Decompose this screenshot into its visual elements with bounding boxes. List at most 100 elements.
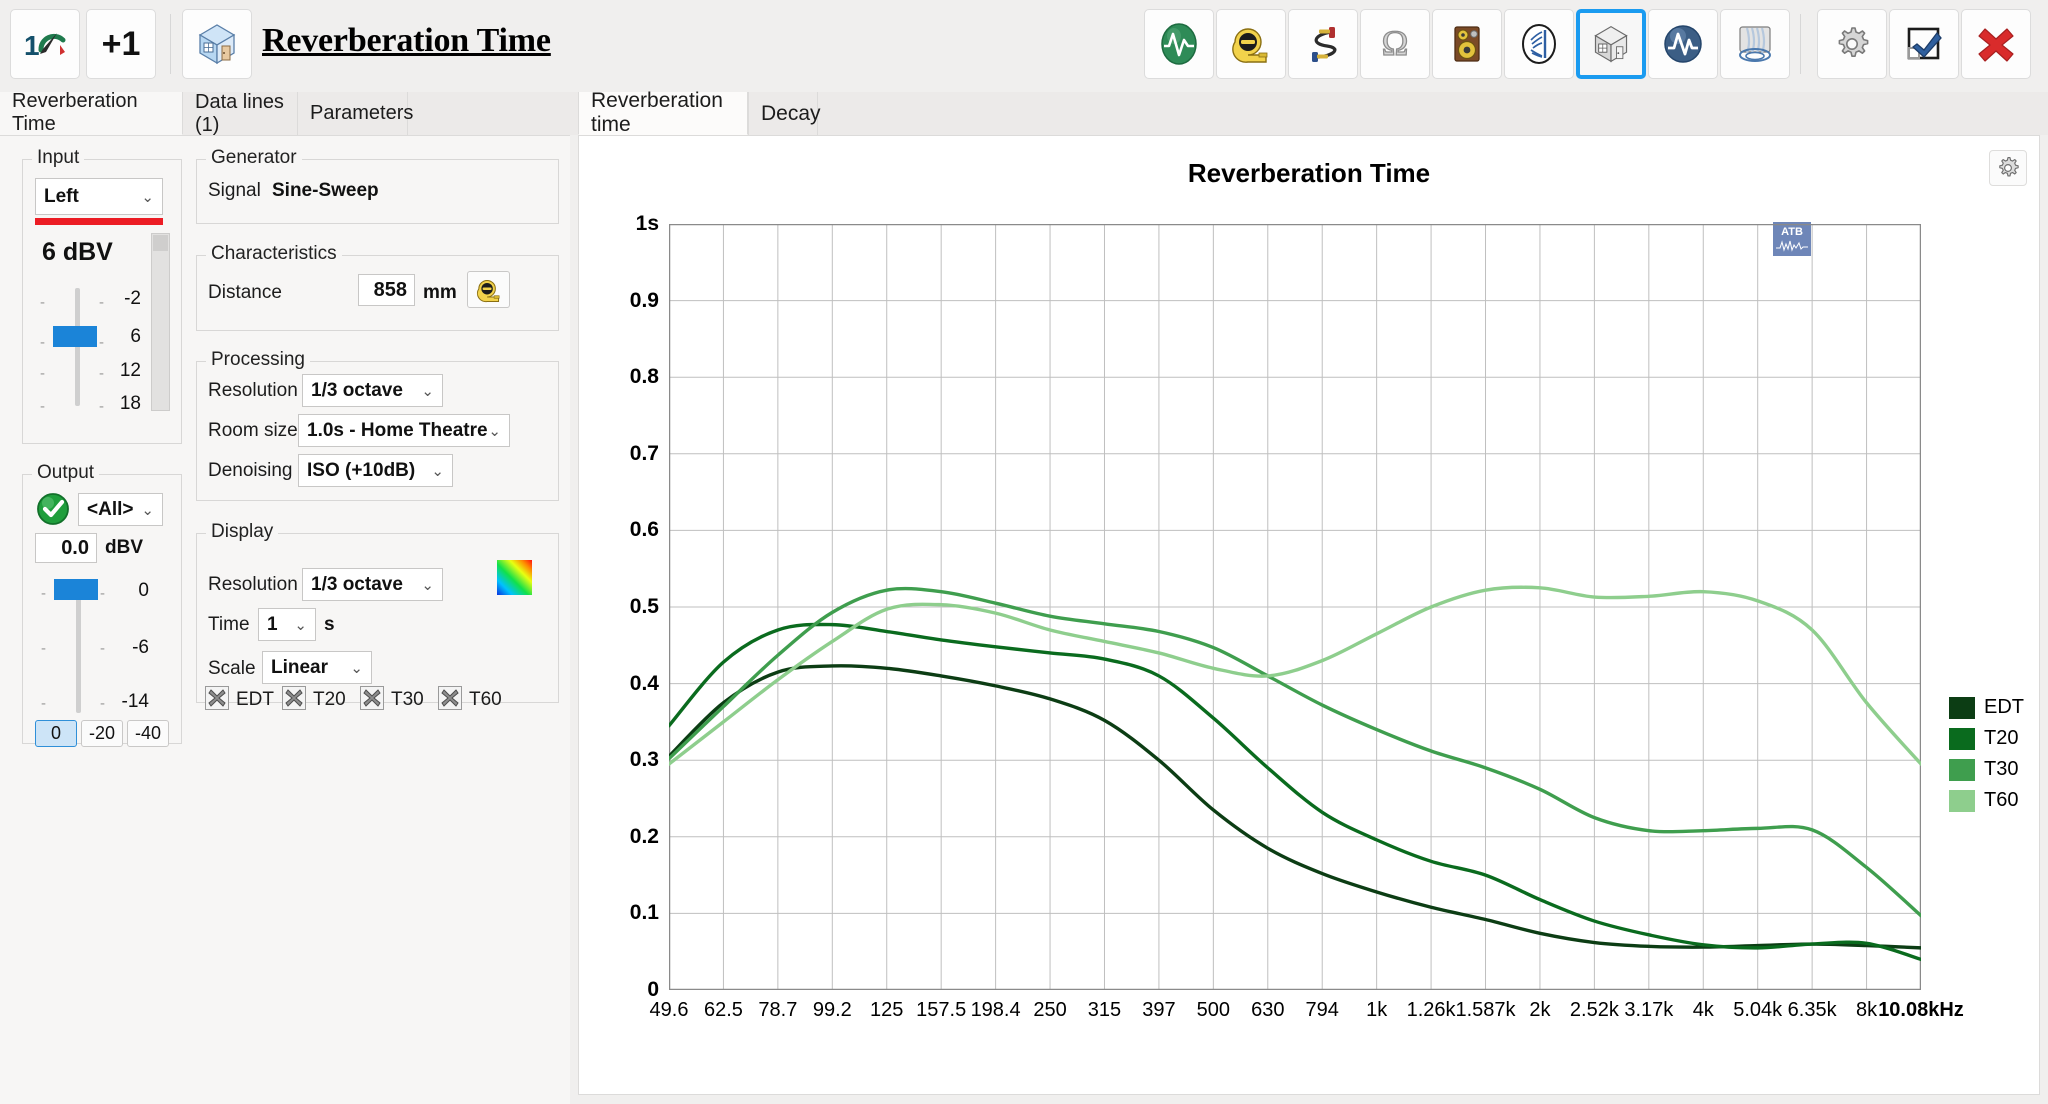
output-gain-value: 0.0 [61,536,89,559]
input-channel-value: Left [44,185,79,207]
room-acoustics-button[interactable] [1576,9,1646,79]
output-device-value: <All> [87,498,134,520]
distance-button[interactable] [1216,9,1286,79]
page-title[interactable]: Reverberation Time [262,22,551,60]
input-scale-tick: -2 [124,288,141,309]
output-device-select[interactable]: <All> ⌄ [78,493,163,526]
settings-button[interactable] [1817,9,1887,79]
close-button[interactable] [1961,9,2031,79]
speaker-button[interactable] [1432,9,1502,79]
curve-checkbox-t20[interactable] [282,686,306,710]
output-slider-thumb[interactable] [54,579,98,600]
toolbar-divider-1 [170,14,171,74]
tab-data-lines[interactable]: Data lines (1) [183,91,298,136]
microphone-button[interactable] [1504,9,1574,79]
rainbow-gradient-icon[interactable] [497,560,532,595]
cable-icon [1312,27,1337,62]
gear-icon [1838,27,1869,57]
curve-label-t60: T60 [469,689,502,710]
display-scale-select[interactable]: Linear ⌄ [262,651,372,684]
toolbar-divider-2 [1800,14,1801,74]
x-mark-icon [441,689,459,707]
output-gain-input[interactable]: 0.0 [35,533,97,563]
processing-denoising-select[interactable]: ISO (+10dB) ⌄ [298,454,453,487]
input-slider-track[interactable] [75,288,80,406]
gauge-one-button[interactable]: 1 [10,9,80,79]
tab-reverberation-time[interactable]: Reverberation Time [0,90,183,135]
tab-label: Reverberation time [591,89,723,136]
x-mark-icon [285,689,303,707]
output-slider-track[interactable] [76,583,81,713]
curve-checkbox-t30[interactable] [360,686,384,710]
tab-reverberation-time-chart[interactable]: Reverberation time [578,89,748,136]
processing-roomsize-value: 1.0s - Home Theatre [307,419,488,441]
tab-decay[interactable]: Decay [748,92,821,135]
legend-swatch [1949,758,1975,781]
legend-item[interactable]: T20 [1949,723,2024,754]
output-preset-20[interactable]: -20 [81,720,123,747]
legend-item[interactable]: T60 [1949,785,2024,816]
display-resolution-select[interactable]: 1/3 octave ⌄ [302,568,443,601]
room-button[interactable] [182,9,252,79]
tick-dash: - [100,585,105,602]
chevron-down-icon: ⌄ [141,501,154,519]
distance-input[interactable]: 858 [358,274,415,306]
display-scale-label: Scale [208,658,256,679]
legend-item[interactable]: T30 [1949,754,2024,785]
input-scrollbar[interactable] [151,233,170,411]
x-mark-icon [208,689,226,707]
processing-resolution-select[interactable]: 1/3 octave ⌄ [302,374,443,407]
characteristics-group: Characteristics Distance 858 mm [196,243,559,331]
y-axis-tick-label: 0.9 [629,288,659,312]
tick-dash: - [40,334,45,351]
output-preset-40[interactable]: -40 [127,720,169,747]
input-group-title: Input [32,147,85,169]
processing-group: Processing Resolution 1/3 octave ⌄ Room … [196,349,559,501]
legend-label: T20 [1984,727,2019,749]
processing-roomsize-select[interactable]: 1.0s - Home Theatre ⌄ [298,414,510,447]
x-axis-tick-label: 157.5 [916,999,967,1021]
signal-button[interactable] [1144,9,1214,79]
report-button[interactable] [1889,9,1959,79]
plus-one-icon: +1 [101,24,141,63]
curve-checkbox-edt[interactable] [205,686,229,710]
curve-checkbox-t60[interactable] [438,686,462,710]
generator-group-title: Generator [206,147,302,169]
measure-distance-button[interactable] [467,271,510,308]
left-panel: Reverberation Time Data lines (1) Parame… [0,90,570,1104]
x-axis-tick-label: 99.2 [812,999,852,1021]
tab-parameters[interactable]: Parameters [298,92,413,135]
legend-item[interactable]: EDT [1949,692,2024,723]
chart-title: Reverberation Time [1187,158,1431,188]
output-gain-unit: dBV [105,537,143,558]
chevron-down-icon: ⌄ [431,462,444,480]
impulse-button[interactable] [1648,9,1718,79]
chart-pane: Reverberation Time ATB 0 0.1 0.2 0.3 0.4 0.5 0… [578,135,2040,1095]
y-axis-tick-label: 0.1 [629,901,659,925]
display-time-select[interactable]: 1 ⌄ [258,608,316,641]
plus-one-button[interactable]: +1 [86,9,156,79]
right-panel: Reverberation time Decay Reverberation T… [570,89,2048,1104]
x-axis-tick-label: 125 [870,999,904,1021]
x-axis-tick-label: 6.35k [1787,999,1837,1021]
output-ok-icon[interactable] [35,491,71,527]
impedance-button[interactable]: Ω [1360,9,1430,79]
input-channel-select[interactable]: Left ⌄ [35,178,163,215]
processing-denoising-label: Denoising [208,460,293,481]
x-axis-tick-label: 1.26k [1406,999,1456,1021]
green-waveform-icon [1161,23,1197,65]
output-preset-0[interactable]: 0 [35,720,77,747]
y-axis-tick-label: 0.8 [629,365,659,389]
chart-settings-button[interactable] [1989,150,2027,186]
waterfall-button[interactable] [1720,9,1790,79]
x-axis-tick-label: 315 [1087,999,1122,1021]
input-slider-thumb[interactable] [53,326,97,347]
y-axis-tick-label: 1s [635,212,659,235]
distance-unit: mm [423,282,457,303]
display-scale-value: Linear [271,656,329,678]
output-scale-tick: -6 [132,637,149,658]
tape-measure-icon [1232,28,1268,63]
tab-label: Parameters [310,102,414,124]
output-group: Output <All> ⌄ 0.0 dBV - - - - - - 0 -6 … [22,462,182,747]
cable-button[interactable] [1288,9,1358,79]
